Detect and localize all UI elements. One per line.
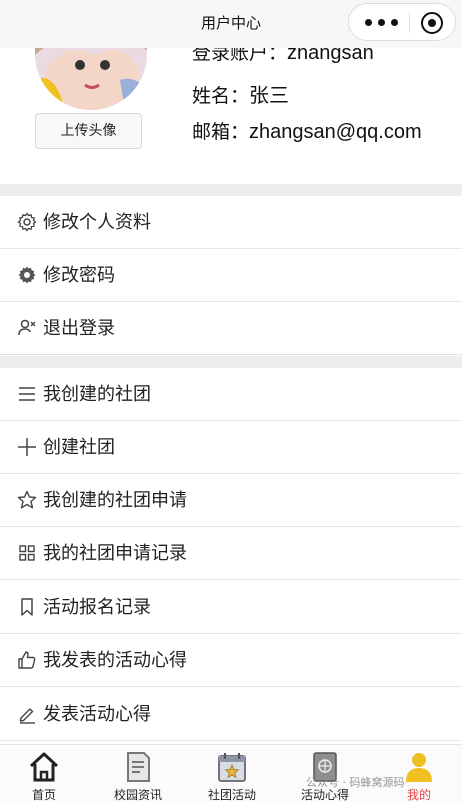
list-item-my-clubs[interactable]: 我创建的社团 — [0, 368, 462, 421]
close-target-icon[interactable] — [421, 12, 443, 34]
capsule-divider — [409, 13, 410, 33]
tab-label: 社团活动 — [207, 788, 256, 802]
tab-club-activities[interactable]: 社团活动 — [186, 745, 278, 802]
email-value: zhangsan@qq.com — [249, 121, 422, 143]
calendar-star-icon — [218, 753, 246, 782]
list-item-label: 我发表的活动心得 — [43, 650, 187, 671]
list-item-label: 修改个人资料 — [43, 212, 151, 233]
section-divider — [0, 184, 462, 196]
name-label: 姓名： — [192, 85, 250, 107]
email-line: 邮箱：zhangsan@qq.com — [192, 117, 422, 144]
list-item-label: 我创建的社团申请 — [43, 490, 187, 511]
bookmark-icon — [21, 598, 33, 616]
navbar: 用户中心 — [0, 0, 462, 48]
tab-label: 首页 — [31, 788, 56, 802]
name-value: 张三 — [249, 85, 290, 107]
grid-icon — [19, 545, 35, 561]
list-item-logout[interactable]: 退出登录 — [0, 302, 462, 355]
star-outline-icon — [17, 490, 37, 509]
thumbs-up-icon — [18, 651, 36, 669]
tab-home[interactable]: 首页 — [0, 745, 90, 802]
list-item-club-applications[interactable]: 我创建的社团申请 — [0, 474, 462, 527]
gear-outline-icon — [17, 212, 37, 232]
list-item-post-experience[interactable]: 发表活动心得 — [0, 688, 462, 741]
tab-label: 校园资讯 — [113, 788, 162, 802]
list-item-edit-profile[interactable]: 修改个人资料 — [0, 196, 462, 249]
list-item-my-posts[interactable]: 我发表的活动心得 — [0, 634, 462, 687]
miniprogram-capsule — [348, 3, 456, 41]
name-line: 姓名：张三 — [192, 79, 289, 108]
plus-icon — [18, 438, 36, 456]
list-item-my-applications[interactable]: 我的社团申请记录 — [0, 527, 462, 580]
upload-avatar-button[interactable]: 上传头像 — [35, 113, 142, 149]
section-divider — [0, 356, 462, 368]
home-icon — [29, 752, 59, 782]
bottom-tab-bar: 首页 校园资讯 社团活动 活动心得 我的 — [0, 744, 462, 802]
edit-pen-icon — [19, 708, 35, 724]
list-item-label: 我的社团申请记录 — [43, 543, 187, 564]
user-logout-icon — [18, 319, 36, 336]
list-item-label: 活动报名记录 — [43, 597, 151, 618]
list-item-activity-signups[interactable]: 活动报名记录 — [0, 581, 462, 634]
gear-filled-icon — [18, 266, 36, 284]
watermark: 公众号 · 码蜂窝源码 — [306, 776, 405, 789]
list-lines-icon — [19, 387, 35, 401]
list-item-label: 退出登录 — [43, 318, 115, 339]
list-item-label: 发表活动心得 — [43, 704, 151, 725]
list-item-label: 修改密码 — [43, 265, 115, 286]
document-icon — [127, 752, 150, 782]
tab-campus-news[interactable]: 校园资讯 — [92, 745, 184, 802]
list-item-change-password[interactable]: 修改密码 — [0, 249, 462, 302]
list-item-create-club[interactable]: 创建社团 — [0, 421, 462, 474]
list-item-label: 我创建的社团 — [43, 384, 151, 405]
list-item-label: 创建社团 — [43, 437, 115, 458]
email-label: 邮箱： — [192, 121, 250, 143]
more-icon[interactable] — [365, 17, 401, 29]
person-icon — [406, 753, 432, 782]
